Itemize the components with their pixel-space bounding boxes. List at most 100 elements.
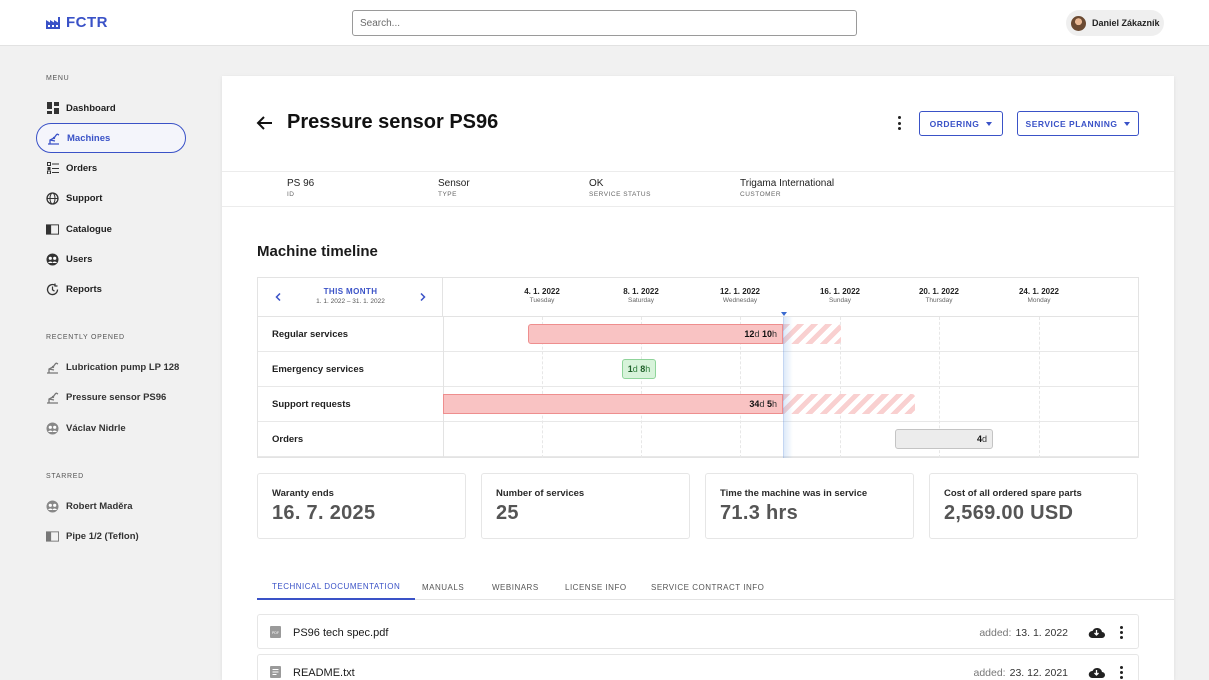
recent-item-lubrication-pump[interactable]: Lubrication pump LP 128	[36, 352, 186, 382]
starred-item-label: Robert Maděra	[66, 500, 133, 512]
user-name: Daniel Zákazník	[1092, 18, 1160, 28]
info-value: Sensor	[438, 178, 470, 189]
stat-card-warranty: Waranty ends 16. 7. 2025	[257, 473, 466, 539]
cloud-download-icon[interactable]	[1088, 665, 1105, 679]
added-date: 23. 12. 2021	[1009, 666, 1068, 679]
sidebar-item-label: Users	[66, 253, 93, 265]
starred-item-robert-madera[interactable]: Robert Maděra	[36, 491, 186, 521]
more-options-icon[interactable]	[1118, 666, 1124, 679]
timeline-bar[interactable]: 34 d 5h	[443, 394, 783, 414]
info-customer: Trigama International CUSTOMER	[740, 178, 834, 198]
sidebar-item-catalogue[interactable]: Catalogue	[36, 214, 186, 244]
timeline-bar[interactable]: 12 d 10 h	[528, 324, 783, 344]
menu-heading: MENU	[46, 75, 70, 82]
recent-item-vaclav-nidrle[interactable]: Václav Nidrle	[36, 413, 186, 443]
more-options-icon[interactable]	[1118, 626, 1124, 639]
file-row[interactable]: PDF PS96 tech spec.pdf added: 13. 1. 202…	[257, 614, 1139, 649]
file-name[interactable]: PS96 tech spec.pdf	[293, 615, 388, 650]
weekday-label: Monday	[1027, 297, 1051, 304]
machine-icon	[46, 391, 59, 404]
timeline-date: 12. 1. 2022 Wednesday	[700, 287, 780, 304]
timeline-date: 24. 1. 2022 Monday	[999, 287, 1079, 304]
added-label: added:	[979, 626, 1012, 639]
info-id: PS 96 ID	[287, 178, 314, 198]
tab-webinars[interactable]: WEBINARS	[492, 574, 539, 600]
chevron-down-icon	[986, 121, 993, 126]
recent-item-label: Václav Nidrle	[66, 422, 126, 434]
ordering-dropdown-button[interactable]: ORDERING	[919, 111, 1003, 136]
back-arrow-icon[interactable]	[256, 114, 274, 132]
catalogue-icon	[46, 223, 59, 236]
bar-unit: h	[771, 329, 777, 339]
sidebar-item-users[interactable]: Users	[36, 244, 186, 274]
recent-item-label: Pressure sensor PS96	[66, 391, 167, 403]
machine-detail-card: Pressure sensor PS96 ORDERING SERVICE PL…	[222, 76, 1174, 680]
timeline-bar[interactable]: 4d	[895, 429, 993, 449]
service-planning-dropdown-button[interactable]: SERVICE PLANNING	[1017, 111, 1139, 136]
timeline-date: 8. 1. 2022 Saturday	[601, 287, 681, 304]
period-label[interactable]: THIS MONTH	[258, 287, 443, 296]
bar-unit: d	[632, 364, 638, 374]
row-label: Regular services	[272, 329, 349, 340]
sidebar-item-dashboard[interactable]: Dashboard	[36, 93, 186, 123]
file-added: added: 13. 1. 2022	[979, 615, 1068, 650]
row-label: Emergency services	[272, 364, 364, 375]
sidebar-item-reports[interactable]: Reports	[36, 274, 186, 304]
stat-value: 16. 7. 2025	[272, 502, 376, 524]
stat-card-service-time: Time the machine was in service 71.3 hrs	[705, 473, 914, 539]
machine-timeline: THIS MONTH 1. 1. 2022 – 31. 1. 2022 4. 1…	[257, 277, 1139, 458]
info-label: SERVICE STATUS	[589, 191, 651, 198]
user-icon	[46, 422, 59, 435]
sidebar-item-orders[interactable]: Orders	[36, 153, 186, 183]
timeline-date-header: 4. 1. 2022 Tuesday 8. 1. 2022 Saturday 1…	[443, 278, 1139, 317]
starred-item-pipe[interactable]: Pipe 1/2 (Teflon)	[36, 521, 186, 551]
text-file-icon	[270, 666, 281, 678]
timeline-date: 4. 1. 2022 Tuesday	[502, 287, 582, 304]
added-date: 13. 1. 2022	[1015, 626, 1068, 639]
date-label: 12. 1. 2022	[719, 287, 761, 296]
timeline-bar[interactable]: 1d 8h	[622, 359, 656, 379]
orders-icon	[46, 162, 59, 175]
info-type: Sensor TYPE	[438, 178, 470, 198]
weekday-label: Saturday	[627, 297, 655, 304]
tab-license-info[interactable]: LICENSE INFO	[565, 574, 627, 600]
service-planning-label: SERVICE PLANNING	[1025, 118, 1118, 129]
chevron-right-icon[interactable]	[419, 293, 427, 301]
page-title: Pressure sensor PS96	[287, 111, 499, 133]
top-bar: FCTR Daniel Zákazník	[0, 0, 1209, 46]
sidebar-item-support[interactable]: Support	[36, 183, 186, 213]
stat-label: Time the machine was in service	[720, 488, 868, 499]
added-label: added:	[973, 666, 1006, 679]
stat-card-services: Number of services 25	[481, 473, 690, 539]
file-name[interactable]: README.txt	[293, 655, 355, 680]
info-label: CUSTOMER	[740, 191, 782, 198]
timeline-row-regular-services: Regular services 12 d 10 h	[258, 317, 1138, 352]
recent-item-pressure-sensor[interactable]: Pressure sensor PS96	[36, 382, 186, 412]
sidebar-item-machines[interactable]: Machines	[36, 123, 186, 153]
bar-number: 12	[744, 329, 755, 339]
machine-info-row: PS 96 ID Sensor TYPE OK SERVICE STATUS T…	[222, 171, 1174, 207]
logo[interactable]: FCTR	[46, 14, 108, 31]
sidebar-item-label: Orders	[66, 162, 98, 174]
search-input[interactable]	[352, 10, 857, 36]
tab-technical-documentation[interactable]: TECHNICAL DOCUMENTATION	[257, 574, 416, 600]
tab-manuals[interactable]: MANUALS	[422, 574, 464, 600]
more-options-icon[interactable]	[894, 116, 904, 130]
weekday-label: Thursday	[925, 297, 953, 304]
logo-text: FCTR	[66, 14, 108, 31]
bar-unit: d	[759, 399, 765, 409]
tab-service-contract-info[interactable]: SERVICE CONTRACT INFO	[651, 574, 764, 600]
user-menu[interactable]: Daniel Zákazník	[1066, 10, 1164, 36]
stat-label: Cost of all ordered spare parts	[944, 488, 1082, 499]
info-service-status: OK SERVICE STATUS	[589, 178, 651, 198]
cloud-download-icon[interactable]	[1088, 625, 1105, 639]
sidebar-item-label: Machines	[67, 132, 111, 144]
factory-icon	[46, 16, 60, 29]
user-icon	[46, 500, 59, 513]
pdf-file-icon: PDF	[270, 626, 281, 638]
info-value: PS 96	[287, 178, 315, 189]
timeline-title: Machine timeline	[257, 243, 378, 260]
row-label: Support requests	[272, 399, 351, 410]
file-row[interactable]: README.txt added: 23. 12. 2021	[257, 654, 1139, 680]
timeline-bar-planned	[783, 394, 915, 414]
